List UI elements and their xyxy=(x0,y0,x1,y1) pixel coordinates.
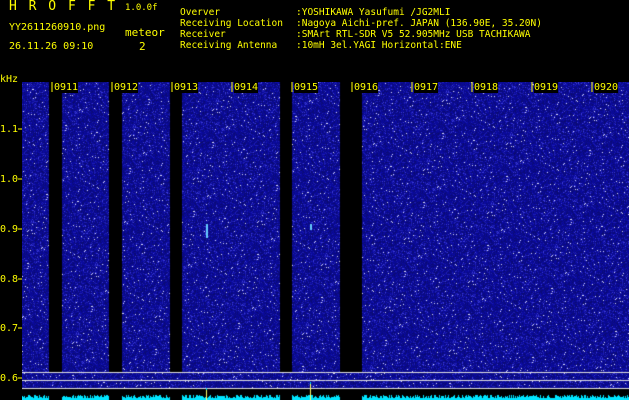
freq-tick-label: 0.6 xyxy=(0,373,19,384)
frequency-unit-label: kHz xyxy=(0,74,19,85)
location-label: Receiving Location xyxy=(180,18,283,29)
app-name: H R O F F T xyxy=(9,0,118,14)
antenna-value: :10mH 3el.YAGI Horizontal:ENE xyxy=(296,40,462,51)
time-tick-label: 0920 xyxy=(594,82,619,93)
location-row: Receiving Location :Nagoya Aichi-pref. J… xyxy=(180,18,542,29)
time-tick-label: 0916 xyxy=(354,82,379,93)
time-tick-label: 0918 xyxy=(474,82,499,93)
file-name: YY2611260910.png xyxy=(9,22,106,33)
meteor-count: 2 xyxy=(139,40,146,53)
freq-tick-label: 0.7 xyxy=(0,323,19,334)
datetime-label: 26.11.26 09:10 xyxy=(9,41,94,52)
receiver-label: Receiver xyxy=(180,29,226,40)
antenna-row: Receiving Antenna :10mH 3el.YAGI Horizon… xyxy=(180,40,542,51)
time-tick-label: 0911 xyxy=(54,82,79,93)
version-label: 1.0.0f xyxy=(125,3,158,13)
time-tick-label: 0914 xyxy=(234,82,259,93)
observer-value: :YOSHIKAWA Yasufumi /JG2MLI xyxy=(296,7,451,18)
location-value: :Nagoya Aichi-pref. JAPAN (136.90E, 35.2… xyxy=(296,18,542,29)
freq-tick-label: 1.0 xyxy=(0,174,19,185)
spectrogram-canvas[interactable] xyxy=(22,82,629,400)
receiver-row: Receiver :SMArt RTL-SDR V5 52.905MHz USB… xyxy=(180,29,542,40)
time-tick-label: 0912 xyxy=(114,82,139,93)
antenna-label: Receiving Antenna xyxy=(180,40,278,51)
spectrogram-app: H R O F F T 1.0.0f YY2611260910.png 26.1… xyxy=(0,0,629,400)
receiver-value: :SMArt RTL-SDR V5 52.905MHz USB TACHIKAW… xyxy=(296,29,531,40)
freq-tick-label: 0.9 xyxy=(0,224,19,235)
observer-label: Overver xyxy=(180,7,221,18)
freq-tick-label: 0.8 xyxy=(0,274,19,285)
time-tick-label: 0919 xyxy=(534,82,559,93)
time-tick-label: 0913 xyxy=(174,82,199,93)
time-tick-label: 0915 xyxy=(294,82,319,93)
time-tick-label: 0917 xyxy=(414,82,439,93)
observer-row: Overver :YOSHIKAWA Yasufumi /JG2MLI xyxy=(180,7,542,18)
station-info: Overver :YOSHIKAWA Yasufumi /JG2MLI Rece… xyxy=(180,7,542,51)
freq-tick-label: 1.1 xyxy=(0,124,19,135)
meteor-label: meteor xyxy=(125,26,165,39)
